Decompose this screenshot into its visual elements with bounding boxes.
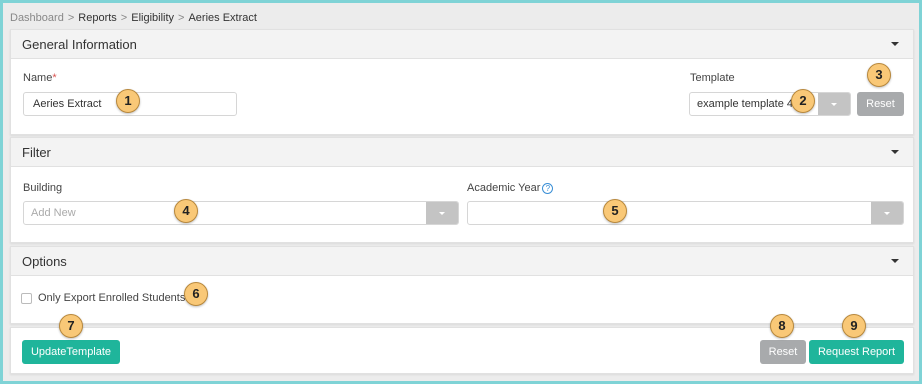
only-enrolled-checkbox[interactable] bbox=[21, 293, 32, 304]
breadcrumb-eligibility[interactable]: Eligibility bbox=[131, 12, 174, 24]
options-title: Options bbox=[22, 254, 67, 269]
breadcrumb: Dashboard > Reports > Eligibility > Aeries Ext… bbox=[10, 12, 257, 24]
template-label: Template bbox=[690, 72, 735, 84]
building-select[interactable]: Add New bbox=[23, 201, 459, 225]
general-information-header[interactable]: General Information bbox=[11, 30, 913, 59]
filter-title: Filter bbox=[22, 145, 51, 160]
callout-badge: 1 bbox=[116, 89, 140, 113]
options-panel: Options Only Export Enrolled Students bbox=[10, 246, 914, 324]
breadcrumb-reports[interactable]: Reports bbox=[78, 12, 117, 24]
template-reset-button[interactable]: Reset bbox=[857, 92, 904, 116]
only-enrolled-label[interactable]: Only Export Enrolled Students bbox=[38, 292, 185, 304]
template-select-value: example template 4 bbox=[697, 98, 793, 110]
chevron-down-icon[interactable] bbox=[426, 202, 458, 224]
callout-badge: 3 bbox=[867, 63, 891, 87]
update-template-button[interactable]: UpdateTemplate bbox=[22, 340, 120, 364]
collapse-caret-icon[interactable] bbox=[891, 259, 899, 263]
collapse-caret-icon[interactable] bbox=[891, 150, 899, 154]
filter-panel: Filter Building Add New Academic Year? bbox=[10, 137, 914, 243]
page-frame: Dashboard > Reports > Eligibility > Aeries Ext… bbox=[3, 3, 919, 381]
callout-badge: 6 bbox=[184, 282, 208, 306]
required-mark: * bbox=[52, 72, 57, 84]
building-label: Building bbox=[23, 182, 63, 194]
breadcrumb-current: Aeries Extract bbox=[188, 12, 257, 24]
breadcrumb-separator: > bbox=[120, 12, 128, 24]
academic-year-select[interactable] bbox=[467, 201, 904, 225]
template-select[interactable]: example template 4 bbox=[689, 92, 851, 116]
breadcrumb-separator: > bbox=[67, 12, 75, 24]
chevron-down-icon[interactable] bbox=[818, 93, 850, 115]
academic-year-label: Academic Year? bbox=[467, 182, 554, 194]
reset-button[interactable]: Reset bbox=[760, 340, 806, 364]
general-information-panel: General Information Name* Aeries Extract… bbox=[10, 29, 914, 135]
breadcrumb-dashboard[interactable]: Dashboard bbox=[10, 12, 64, 24]
options-header[interactable]: Options bbox=[11, 247, 913, 276]
callout-badge: 7 bbox=[59, 314, 83, 338]
chevron-down-icon[interactable] bbox=[871, 202, 903, 224]
general-information-title: General Information bbox=[22, 37, 137, 52]
callout-badge: 8 bbox=[770, 314, 794, 338]
name-label: Name* bbox=[23, 72, 57, 84]
help-icon[interactable]: ? bbox=[542, 183, 554, 194]
building-placeholder: Add New bbox=[31, 207, 76, 219]
request-report-button[interactable]: Request Report bbox=[809, 340, 904, 364]
filter-header[interactable]: Filter bbox=[11, 138, 913, 167]
callout-badge: 5 bbox=[603, 199, 627, 223]
callout-badge: 2 bbox=[791, 89, 815, 113]
callout-badge: 4 bbox=[174, 199, 198, 223]
collapse-caret-icon[interactable] bbox=[891, 42, 899, 46]
callout-badge: 9 bbox=[842, 314, 866, 338]
breadcrumb-separator: > bbox=[178, 12, 185, 24]
